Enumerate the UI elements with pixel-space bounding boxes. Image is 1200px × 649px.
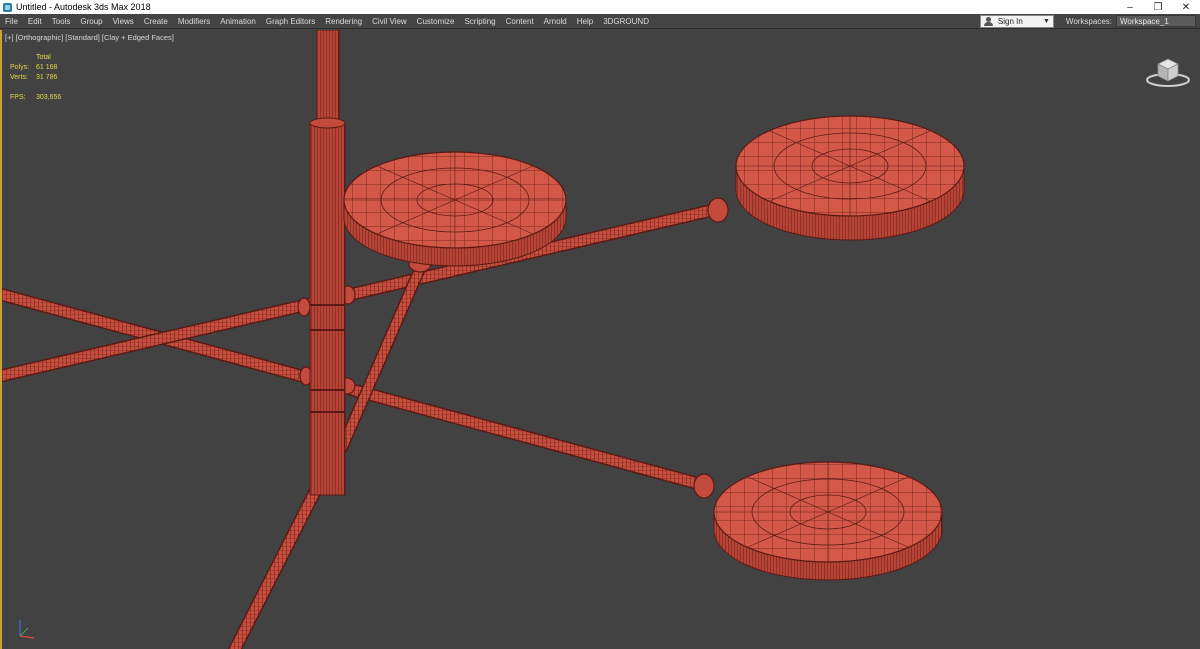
menu-modifiers[interactable]: Modifiers (173, 14, 215, 29)
menu-rendering[interactable]: Rendering (320, 14, 367, 29)
viewcube-icon[interactable] (1144, 50, 1192, 90)
menu-file[interactable]: File (0, 14, 23, 29)
menu-content[interactable]: Content (501, 14, 539, 29)
verts-value: 31 786 (36, 74, 58, 81)
menu-customize[interactable]: Customize (412, 14, 460, 29)
menu-tools[interactable]: Tools (47, 14, 76, 29)
menu-civil-view[interactable]: Civil View (367, 14, 412, 29)
polys-value: 61 168 (36, 64, 58, 71)
stats-polys: Polys: 61 168 (10, 63, 61, 73)
menu-edit[interactable]: Edit (23, 14, 47, 29)
menu-animation[interactable]: Animation (215, 14, 261, 29)
menu-arnold[interactable]: Arnold (539, 14, 572, 29)
polys-label: Polys: (10, 64, 30, 71)
fps-label: FPS: (10, 94, 26, 101)
minimize-button[interactable]: – (1116, 0, 1144, 14)
statistics-overlay: Total Polys: 61 168 Verts: 31 786 FPS: 3… (10, 53, 61, 103)
menu-graph-editors[interactable]: Graph Editors (261, 14, 320, 29)
stats-fps: FPS: 303,656 (10, 93, 61, 103)
title-bar: Untitled - Autodesk 3ds Max 2018 – ❐ ✕ (0, 0, 1200, 14)
stats-gap (10, 83, 61, 93)
rods (2, 201, 729, 649)
app-icon (3, 2, 12, 12)
menu-scripting[interactable]: Scripting (459, 14, 500, 29)
disc-middle (343, 151, 567, 267)
verts-label: Verts: (10, 74, 28, 81)
restore-button[interactable]: ❐ (1144, 0, 1172, 14)
menu-help[interactable]: Help (572, 14, 598, 29)
scene-canvas[interactable] (2, 30, 1200, 649)
menu-views[interactable]: Views (108, 14, 139, 29)
stats-verts: Verts: 31 786 (10, 73, 61, 83)
disc-top-right (735, 115, 965, 241)
sign-in-label: Sign In (997, 16, 1023, 26)
perspective-viewport[interactable]: [+] [Orthographic] [Standard] [Clay + Ed… (0, 30, 1200, 649)
stats-header: Total (36, 54, 51, 61)
window-title: Untitled - Autodesk 3ds Max 2018 (16, 2, 151, 12)
close-button[interactable]: ✕ (1172, 0, 1200, 14)
workspaces-label: Workspaces: (1065, 16, 1112, 26)
central-column (309, 30, 346, 496)
menu-group[interactable]: Group (75, 14, 107, 29)
axis-tripod-icon (19, 620, 35, 639)
user-icon (983, 16, 995, 27)
menu-create[interactable]: Create (139, 14, 173, 29)
viewport-label[interactable]: [+] [Orthographic] [Standard] [Clay + Ed… (5, 33, 174, 42)
chevron-down-icon: ▼ (1042, 17, 1050, 25)
sign-in-dropdown[interactable]: Sign In ▼ (979, 14, 1054, 28)
workspace-select[interactable]: Workspace_1 (1116, 15, 1196, 27)
disc-bottom-right (713, 461, 943, 581)
menu-bar: File Edit Tools Group Views Create Modif… (0, 14, 1200, 29)
menu-3dground[interactable]: 3DGROUND (598, 14, 654, 29)
fps-value: 303,656 (36, 94, 62, 101)
